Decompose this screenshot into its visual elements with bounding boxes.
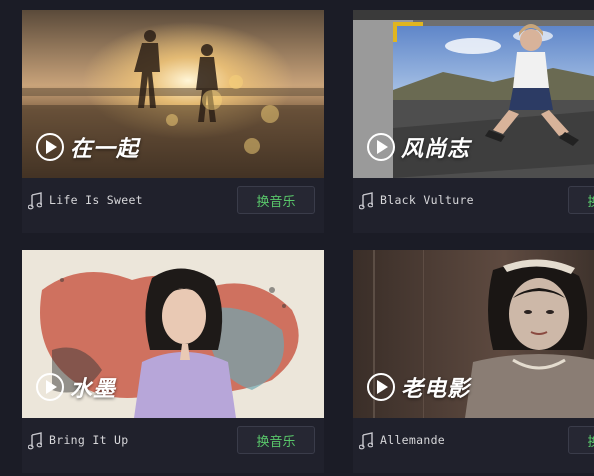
play-circle-icon[interactable] bbox=[36, 133, 64, 161]
theme-label[interactable]: 在一起 bbox=[36, 131, 139, 163]
card-info-bar: Life Is Sweet 换音乐 bbox=[22, 178, 324, 233]
template-thumbnail[interactable]: 水墨 bbox=[22, 250, 324, 418]
music-note-icon bbox=[359, 432, 373, 450]
theme-title: 水墨 bbox=[70, 376, 117, 402]
card-info-bar: Bring It Up 换音乐 bbox=[22, 418, 324, 473]
music-note-icon bbox=[359, 192, 373, 210]
template-card[interactable]: 水墨 Bring It Up 换音乐 bbox=[22, 250, 324, 473]
song-title: Black Vulture bbox=[380, 193, 474, 207]
song-title: Bring It Up bbox=[49, 433, 129, 447]
change-music-button[interactable]: 换音乐 bbox=[237, 426, 315, 454]
song-title: Life Is Sweet bbox=[49, 193, 143, 207]
theme-label[interactable]: 风尚志 bbox=[367, 131, 470, 163]
card-info-bar: Black Vulture 换音乐 bbox=[353, 178, 594, 233]
song-title: Allemande bbox=[380, 433, 446, 447]
theme-title: 在一起 bbox=[70, 136, 140, 162]
change-music-button[interactable]: 换音乐 bbox=[568, 426, 594, 454]
template-card[interactable]: 风尚志 Black Vulture 换音乐 bbox=[353, 10, 594, 233]
play-circle-icon[interactable] bbox=[367, 373, 395, 401]
template-thumbnail[interactable]: 老电影 bbox=[353, 250, 594, 418]
template-card[interactable]: 老电影 Allemande 换音乐 bbox=[353, 250, 594, 473]
template-thumbnail[interactable]: 风尚志 bbox=[353, 10, 594, 178]
music-note-icon bbox=[28, 192, 42, 210]
change-music-button[interactable]: 换音乐 bbox=[237, 186, 315, 214]
theme-label[interactable]: 老电影 bbox=[367, 371, 470, 403]
template-card[interactable]: 在一起 Life Is Sweet 换音乐 bbox=[22, 10, 324, 233]
music-note-icon bbox=[28, 432, 42, 450]
theme-label[interactable]: 水墨 bbox=[36, 371, 116, 403]
card-info-bar: Allemande 换音乐 bbox=[353, 418, 594, 473]
change-music-button[interactable]: 换音乐 bbox=[568, 186, 594, 214]
play-circle-icon[interactable] bbox=[367, 133, 395, 161]
play-circle-icon[interactable] bbox=[36, 373, 64, 401]
template-thumbnail[interactable]: 在一起 bbox=[22, 10, 324, 178]
theme-title: 老电影 bbox=[401, 376, 471, 402]
theme-title: 风尚志 bbox=[401, 136, 471, 162]
